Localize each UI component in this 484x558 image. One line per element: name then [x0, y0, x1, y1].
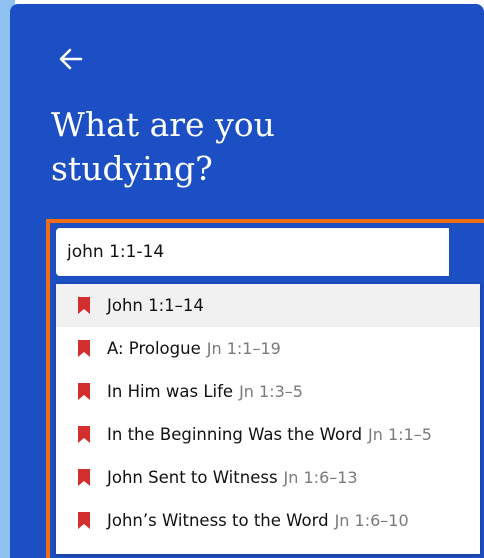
bookmark-icon	[78, 512, 90, 529]
suggestion-list: John 1:1–14 A: Prologue Jn 1:1–19 In Him …	[56, 284, 480, 554]
suggestion-text: John’s Witness to the Word Jn 1:6–10	[107, 499, 409, 542]
suggestion-text: John 1:1–14	[107, 284, 204, 327]
study-panel: What are you studying? John 1:1–14 A: Pr…	[0, 0, 484, 558]
suggestion-text: In the Beginning Was the Word Jn 1:1–5	[107, 413, 432, 456]
bookmark-icon	[78, 340, 90, 357]
suggestion-label: In the Beginning Was the Word	[107, 425, 363, 444]
bookmark-icon	[78, 297, 90, 314]
page-title: What are you studying?	[51, 105, 275, 188]
suggestion-text: A: Prologue Jn 1:1–19	[107, 327, 281, 370]
back-button[interactable]	[56, 44, 86, 74]
suggestion-ref: Jn 1:3–5	[239, 382, 303, 401]
suggestion-label: John 1:1–14	[107, 296, 204, 315]
suggestion-ref: Jn 1:1–19	[206, 339, 281, 358]
bookmark-icon	[78, 383, 90, 400]
suggestion-ref: Jn 1:6–13	[283, 468, 358, 487]
suggestion-item[interactable]: A: Prologue Jn 1:1–19	[56, 327, 480, 370]
suggestion-item[interactable]: In the Beginning Was the Word Jn 1:1–5	[56, 413, 480, 456]
suggestion-ref: Jn 1:1–5	[368, 425, 432, 444]
suggestion-label: John’s Witness to the Word	[107, 511, 329, 530]
suggestion-text: John Sent to Witness Jn 1:6–13	[107, 456, 358, 499]
suggestion-item[interactable]: John 1:1–14	[56, 284, 480, 327]
suggestion-item[interactable]: In Him was Life Jn 1:3–5	[56, 370, 480, 413]
suggestion-label: John Sent to Witness	[107, 468, 278, 487]
suggestion-item[interactable]: John’s Witness to the Word Jn 1:6–10	[56, 499, 480, 542]
bookmark-icon	[78, 426, 90, 443]
suggestion-label: A: Prologue	[107, 339, 201, 358]
suggestion-text: In Him was Life Jn 1:3–5	[107, 370, 303, 413]
suggestion-ref: Jn 1:6–10	[334, 511, 409, 530]
search-input[interactable]	[56, 228, 449, 276]
search-button[interactable]	[449, 228, 480, 276]
arrow-left-icon	[59, 48, 83, 70]
suggestion-item[interactable]: John Sent to Witness Jn 1:6–13	[56, 456, 480, 499]
suggestion-label: In Him was Life	[107, 382, 234, 401]
bookmark-icon	[78, 469, 90, 486]
